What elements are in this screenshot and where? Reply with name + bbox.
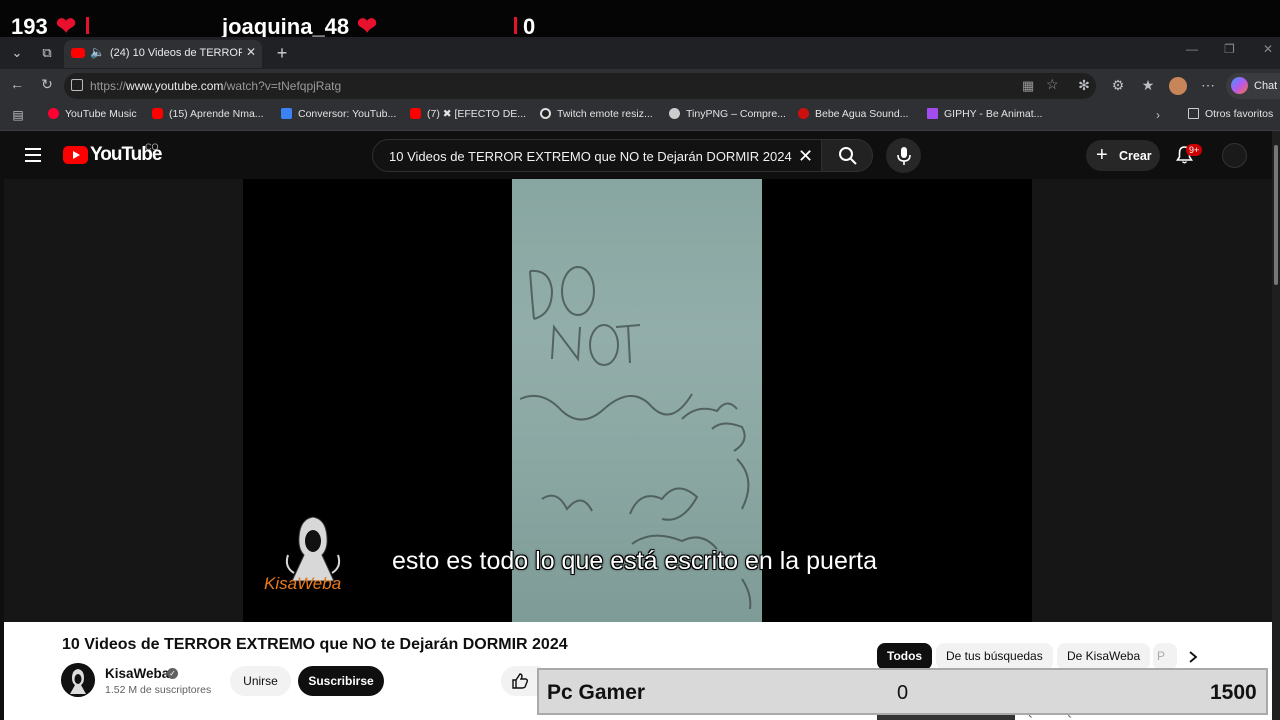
chip-de-tus-busquedas[interactable]: De tus búsquedas xyxy=(936,643,1053,670)
copilot-icon xyxy=(1231,77,1248,94)
country-code: CO xyxy=(145,142,159,152)
search-query: 10 Videos de TERROR EXTREMO que NO te De… xyxy=(389,149,792,164)
divider-bar xyxy=(514,17,517,34)
subscribe-button[interactable]: Suscribirse xyxy=(298,666,384,696)
converter-icon xyxy=(281,108,292,119)
chevron-right-icon[interactable]: › xyxy=(1148,108,1168,122)
bookmark-aprende[interactable]: (15) Aprende Nma... xyxy=(152,108,264,120)
goal-target: 1500 xyxy=(1210,681,1257,704)
site-info-icon[interactable] xyxy=(71,79,83,91)
video-title: 10 Videos de TERROR EXTREMO que NO te De… xyxy=(62,636,568,653)
plus-icon: + xyxy=(1096,144,1108,166)
favorites-icon[interactable]: ★ xyxy=(1138,77,1158,94)
bookmark-giphy[interactable]: GIPHY - Be Animat... xyxy=(927,108,1042,120)
extensions-icon[interactable]: ✻ xyxy=(1074,77,1094,94)
search-button[interactable] xyxy=(821,139,873,172)
close-window-icon[interactable]: ✕ xyxy=(1263,42,1273,56)
youtube-music-icon xyxy=(48,108,59,119)
sound-icon xyxy=(798,108,809,119)
page-scrollbar[interactable] xyxy=(1272,131,1280,720)
address-bar[interactable]: https://www.youtube.com/watch?v=tNefqpjR… xyxy=(64,73,1096,99)
chat-label: Chat xyxy=(1254,80,1278,92)
close-tab-icon[interactable]: ✕ xyxy=(246,45,256,59)
bookmark-tinypng[interactable]: TinyPNG – Compre... xyxy=(669,108,786,120)
restore-icon[interactable]: ❐ xyxy=(1224,42,1235,56)
like-button[interactable] xyxy=(501,666,541,696)
menu-icon[interactable] xyxy=(25,148,41,162)
back-icon[interactable]: ← xyxy=(7,76,27,92)
bookmark-conversor[interactable]: Conversor: YouTub... xyxy=(281,108,396,120)
scrollbar-thumb[interactable] xyxy=(1274,145,1278,285)
bookmark-bebe-agua[interactable]: Bebe Agua Sound... xyxy=(798,108,908,120)
goal-current: 0 xyxy=(897,682,909,704)
subscriber-count: 1.52 M de suscriptores xyxy=(105,684,212,696)
reading-list-icon[interactable]: ▤ xyxy=(8,108,28,122)
divider-bar xyxy=(86,17,89,34)
create-button[interactable]: + Crear xyxy=(1086,140,1160,171)
reload-icon[interactable]: ↻ xyxy=(37,76,57,93)
join-button[interactable]: Unirse xyxy=(230,666,291,696)
channel-watermark: KisaWeba xyxy=(264,574,342,593)
youtube-favicon-icon xyxy=(71,48,85,58)
tab-title: (24) 10 Videos de TERROR EXTREMO que NO … xyxy=(110,47,242,59)
chip-todos[interactable]: Todos xyxy=(877,643,933,670)
new-tab-icon[interactable]: + xyxy=(271,42,293,64)
chip-partial[interactable]: P xyxy=(1153,643,1177,670)
speaker-icon[interactable]: 🔈 xyxy=(90,45,105,59)
thumbs-up-icon xyxy=(512,673,529,689)
bookmark-youtube-music[interactable]: YouTube Music xyxy=(48,108,137,120)
search-icon xyxy=(839,147,857,165)
chip-de-kisaweba[interactable]: De KisaWeba xyxy=(1057,643,1151,670)
notification-badge: 9+ xyxy=(1186,144,1203,156)
giphy-icon xyxy=(927,108,938,119)
tab-list-chevron-icon[interactable]: ⌄ xyxy=(6,42,28,64)
more-menu-icon[interactable]: ⋯ xyxy=(1198,77,1218,94)
account-avatar[interactable] xyxy=(1222,143,1247,168)
clear-search-icon[interactable]: ✕ xyxy=(798,146,813,167)
app-available-icon[interactable]: ▦ xyxy=(1022,78,1034,94)
copilot-chat-button[interactable]: Chat xyxy=(1226,73,1280,99)
workspaces-icon[interactable]: ⧉ xyxy=(36,42,58,64)
minimize-icon[interactable]: — xyxy=(1186,42,1198,56)
favorite-star-icon[interactable]: ☆ xyxy=(1046,76,1059,93)
youtube-icon xyxy=(410,108,421,119)
tinypng-icon xyxy=(669,108,680,119)
chevron-right-icon[interactable] xyxy=(1186,650,1200,664)
youtube-icon xyxy=(152,108,163,119)
search-input[interactable]: 10 Videos de TERROR EXTREMO que NO te De… xyxy=(372,139,822,172)
url-text: https://www.youtube.com/watch?v=tNefqpjR… xyxy=(90,79,342,93)
active-tab[interactable]: 🔈 (24) 10 Videos de TERROR EXTREMO que N… xyxy=(64,40,262,68)
twitch-icon xyxy=(540,108,551,119)
video-subtitle: esto es todo lo que está escrito en la p… xyxy=(392,547,878,575)
profile-avatar[interactable] xyxy=(1169,77,1187,95)
youtube-logo-icon[interactable] xyxy=(63,146,88,164)
microphone-icon xyxy=(897,147,911,165)
stream-overlay-top: 193 ❤ joaquina_48 ❤ 0 xyxy=(0,0,1280,40)
goal-overlay: Pc Gamer 0 1500 xyxy=(537,668,1268,715)
other-bookmarks[interactable]: Otros favoritos xyxy=(1188,108,1273,120)
channel-name[interactable]: KisaWeba xyxy=(105,666,169,681)
goal-name: Pc Gamer xyxy=(547,681,646,704)
voice-search-button[interactable] xyxy=(886,138,921,173)
channel-avatar[interactable] xyxy=(61,663,95,697)
verified-icon: ✓ xyxy=(167,668,178,679)
bookmark-twitch-emote[interactable]: Twitch emote resiz... xyxy=(540,108,653,120)
folder-icon xyxy=(1188,108,1199,119)
browser-essentials-icon[interactable]: ⚙ xyxy=(1108,77,1128,94)
bookmark-efecto[interactable]: (7) ✖ [EFECTO DE... xyxy=(410,108,526,120)
